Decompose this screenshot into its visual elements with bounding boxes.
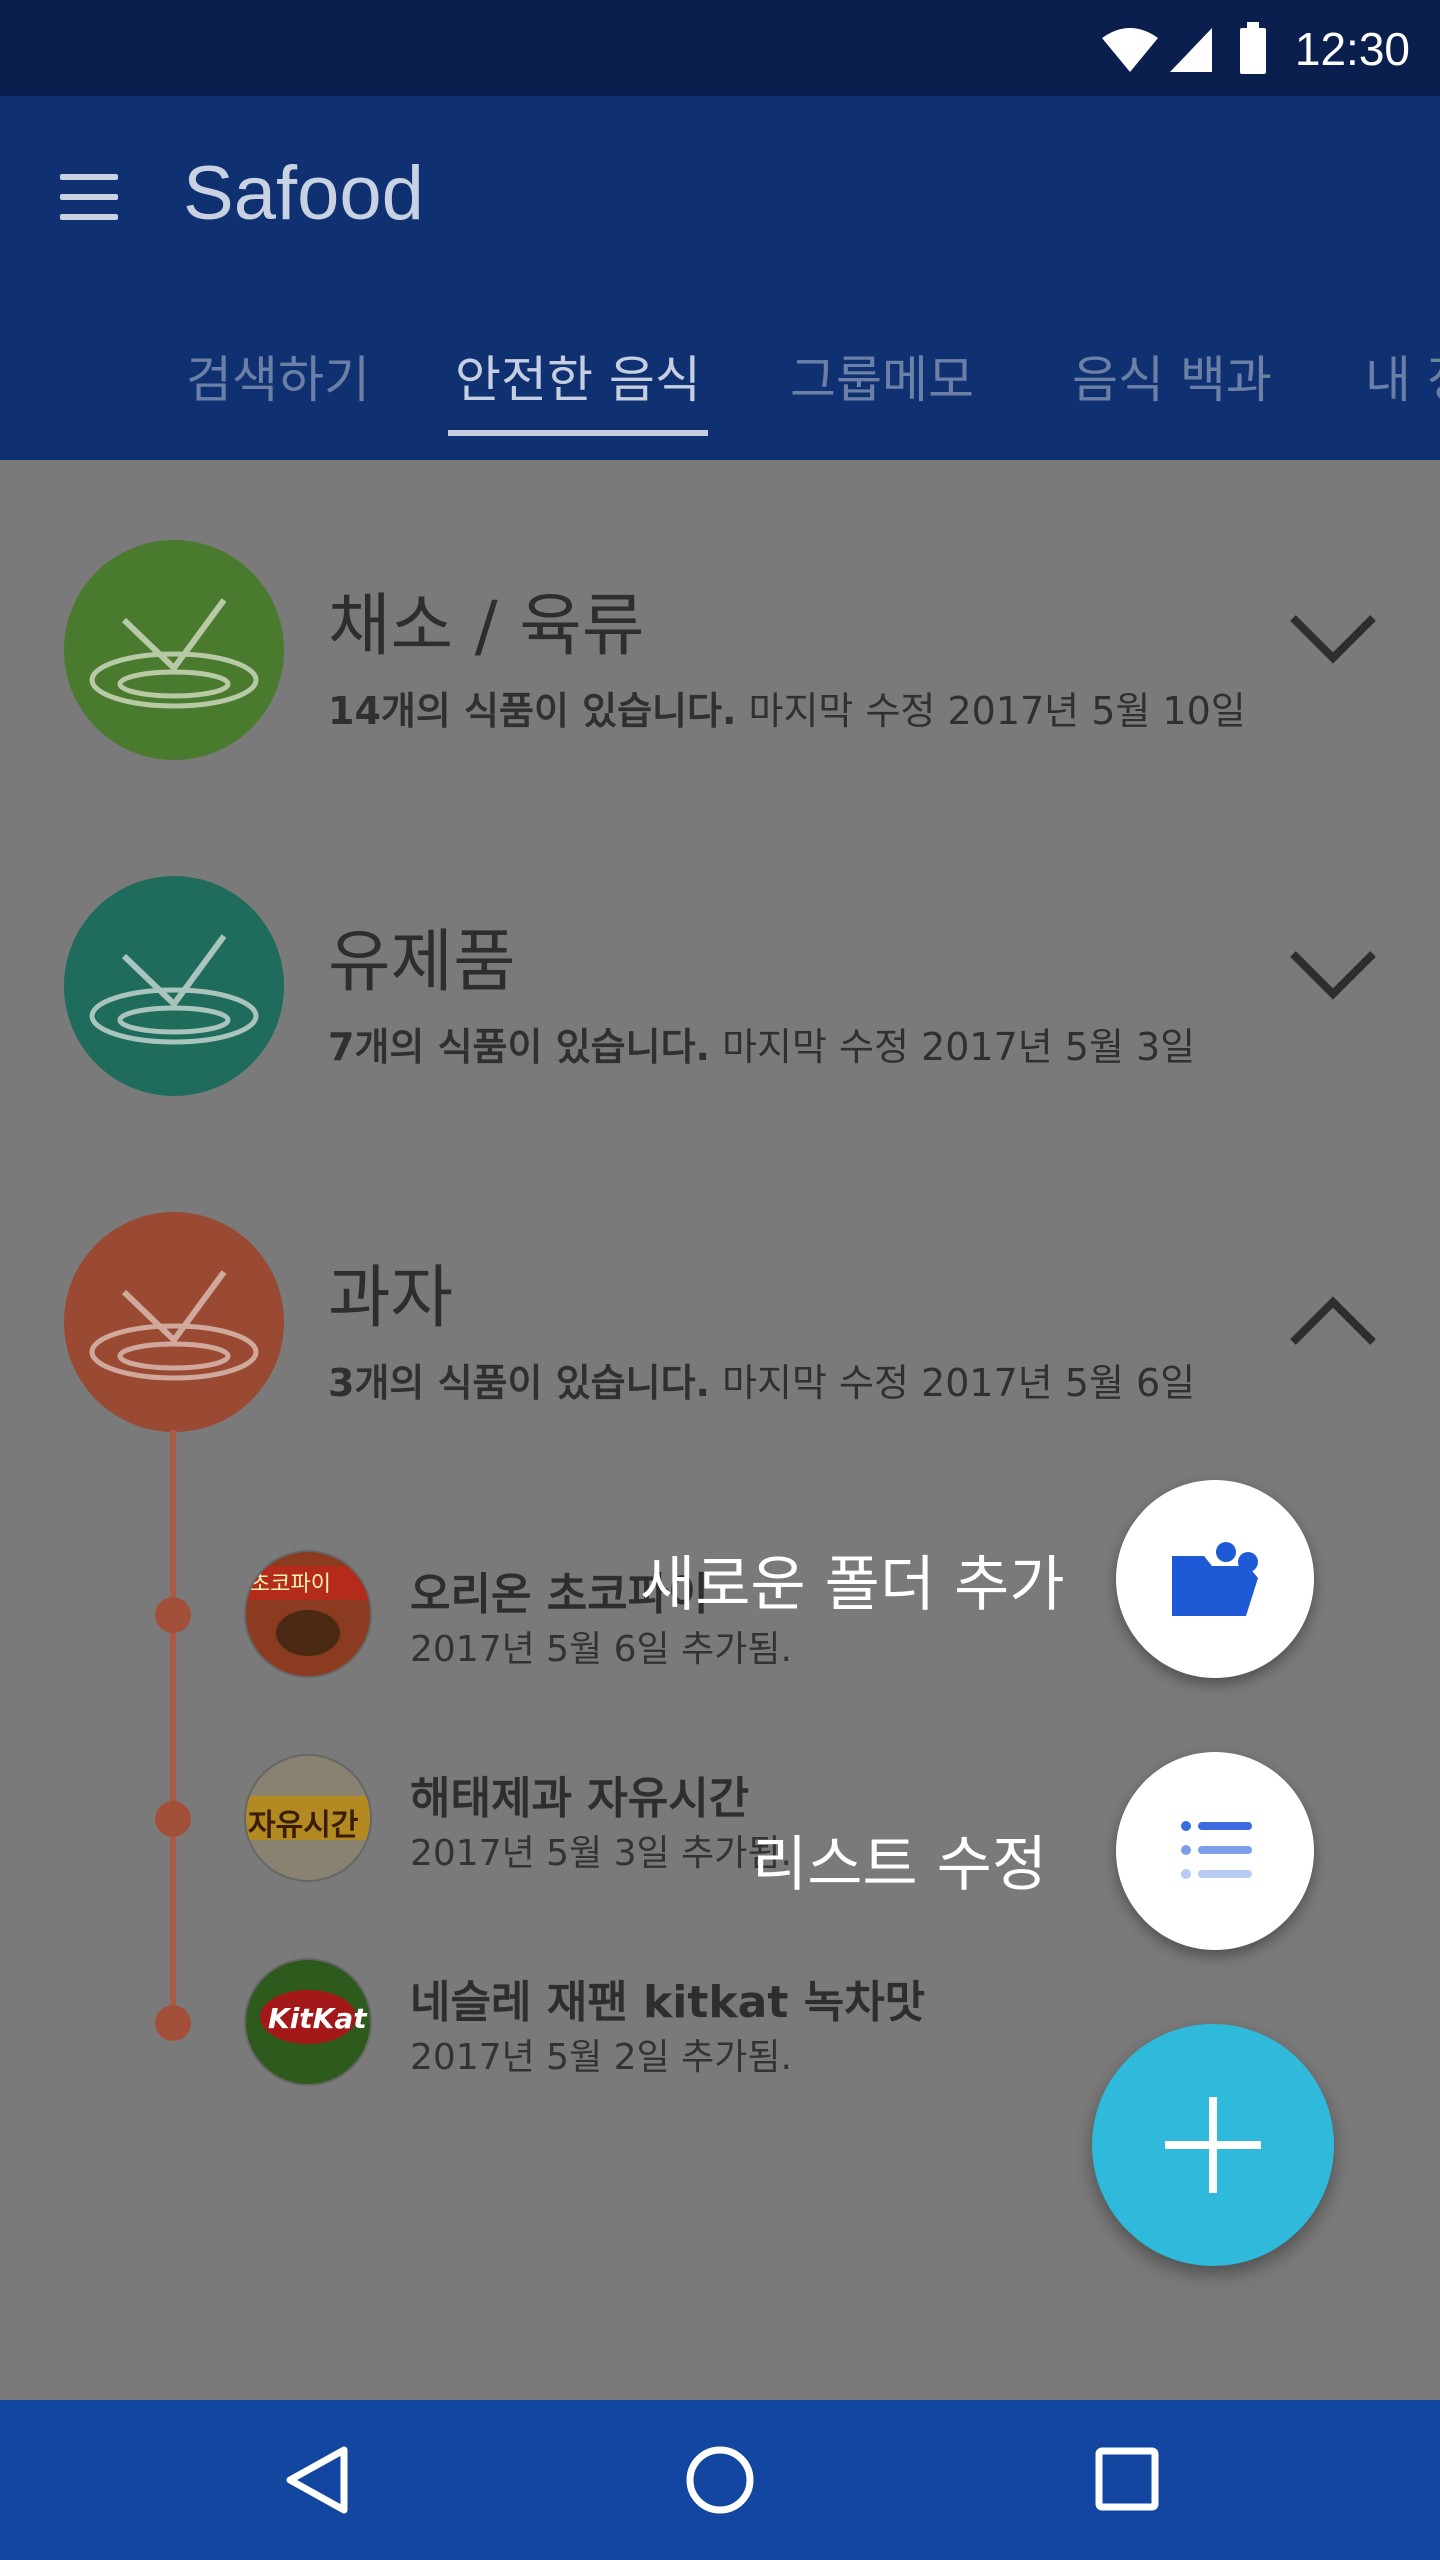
- folder-count: 14개의 식품이 있습니다.: [328, 689, 737, 733]
- item-name: 네슬레 재팬 kitkat 녹차맛: [410, 1977, 926, 2028]
- tab-my-info[interactable]: 내 정: [1365, 340, 1440, 412]
- plus-icon: [1165, 2097, 1261, 2193]
- tab-safe-food[interactable]: 안전한 음식: [455, 340, 701, 412]
- folder-row-snacks[interactable]: 과자 3개의 식품이 있습니다. 마지막 수정 2017년 5월 6일: [0, 1212, 1440, 1442]
- folder-title: 과자: [328, 1259, 454, 1338]
- folder-modified: 마지막 수정 2017년 5월 3일: [722, 1025, 1196, 1069]
- status-bar: 12:30: [0, 0, 1440, 96]
- new-folder-button[interactable]: [1116, 1480, 1314, 1678]
- item-date: 2017년 5월 3일 추가됨.: [410, 1833, 792, 1874]
- recents-icon[interactable]: [1094, 2446, 1160, 2512]
- folder-subtitle: 7개의 식품이 있습니다. 마지막 수정 2017년 5월 3일: [328, 1016, 1195, 1071]
- thumbnail-label: 자유시간: [248, 1808, 359, 1843]
- folder-count: 7개의 식품이 있습니다.: [328, 1025, 710, 1069]
- product-thumbnail: KitKat: [244, 1958, 372, 2086]
- item-date: 2017년 5월 2일 추가됨.: [410, 2037, 792, 2078]
- product-thumbnail: 자유시간: [244, 1754, 372, 1882]
- wifi-icon: [1102, 28, 1158, 72]
- list-icon: [1181, 1821, 1252, 1879]
- tab-group-memo[interactable]: 그룹메모: [790, 340, 974, 412]
- product-thumbnail: 초코파이: [244, 1550, 372, 1678]
- timeline-dot: [155, 2005, 191, 2041]
- folder-icon-circle: [64, 1212, 284, 1432]
- list-item[interactable]: KitKat 네슬레 재팬 kitkat 녹차맛 2017년 5월 2일 추가됨…: [0, 1958, 1100, 2088]
- plate-check-icon: [89, 598, 259, 709]
- thumbnail-label: 초코파이: [250, 1572, 331, 1597]
- plate-check-icon: [89, 1270, 259, 1381]
- status-time: 12:30: [1294, 23, 1410, 75]
- folder-row-vegetables[interactable]: 채소 / 육류 14개의 식품이 있습니다. 마지막 수정 2017년 5월 1…: [0, 540, 1440, 770]
- folder-icon-circle: [64, 876, 284, 1096]
- signal-icon: [1170, 28, 1212, 72]
- chevron-down-icon[interactable]: [1288, 608, 1378, 668]
- folder-modified: 마지막 수정 2017년 5월 6일: [722, 1361, 1196, 1405]
- plate-check-icon: [89, 934, 259, 1045]
- folder-title: 유제품: [328, 923, 516, 1002]
- folder-count: 3개의 식품이 있습니다.: [328, 1361, 710, 1405]
- back-icon[interactable]: [282, 2444, 352, 2516]
- folder-modified: 마지막 수정 2017년 5월 10일: [748, 689, 1246, 733]
- folder-subtitle: 14개의 식품이 있습니다. 마지막 수정 2017년 5월 10일: [328, 680, 1246, 735]
- timeline-dot: [155, 1597, 191, 1633]
- home-icon[interactable]: [684, 2444, 756, 2516]
- timeline-dot: [155, 1801, 191, 1837]
- folder-title: 채소 / 육류: [328, 587, 645, 666]
- timeline-line: [170, 1430, 176, 2020]
- chevron-down-icon[interactable]: [1288, 944, 1378, 1004]
- tab-food-encyclopedia[interactable]: 음식 백과: [1072, 340, 1272, 412]
- chevron-up-icon[interactable]: [1288, 1292, 1378, 1352]
- new-folder-label[interactable]: 새로운 폴더 추가: [640, 1536, 1065, 1623]
- menu-icon[interactable]: [60, 174, 124, 222]
- add-folder-icon: [1172, 1542, 1258, 1616]
- tab-search[interactable]: 검색하기: [186, 340, 370, 412]
- edit-list-button[interactable]: [1116, 1752, 1314, 1950]
- app-title: Safood: [183, 151, 424, 236]
- folder-subtitle: 3개의 식품이 있습니다. 마지막 수정 2017년 5월 6일: [328, 1352, 1195, 1407]
- thumbnail-label: KitKat: [268, 2002, 367, 2035]
- folder-row-dairy[interactable]: 유제품 7개의 식품이 있습니다. 마지막 수정 2017년 5월 3일: [0, 876, 1440, 1106]
- item-name: 해태제과 자유시간: [410, 1773, 750, 1824]
- battery-icon: [1240, 22, 1266, 74]
- item-date: 2017년 5월 6일 추가됨.: [410, 1629, 792, 1670]
- tab-indicator: [448, 430, 708, 436]
- main-fab-add-button[interactable]: [1092, 2024, 1334, 2266]
- system-nav-bar: [0, 2400, 1440, 2560]
- edit-list-label[interactable]: 리스트 수정: [752, 1816, 1047, 1903]
- folder-icon-circle: [64, 540, 284, 760]
